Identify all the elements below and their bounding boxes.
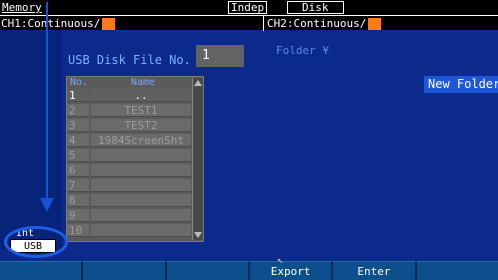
screen: Memory Indep Disk CH1:Continuous/ CH2:Co… xyxy=(0,0,498,280)
file-row[interactable]: 4 1984ScreenSht xyxy=(67,134,191,147)
file-row-name xyxy=(91,149,191,162)
folder-path: Folder ¥ xyxy=(276,44,329,57)
file-row-number: 7 xyxy=(67,179,89,192)
file-row[interactable]: 2 TEST1 xyxy=(67,104,191,117)
softkey-3[interactable] xyxy=(166,261,250,280)
annotation-highlight-ellipse xyxy=(4,226,68,258)
file-row-number: 1 xyxy=(67,89,89,102)
memory-menu[interactable]: Memory xyxy=(2,0,42,15)
new-folder-button[interactable]: New Folder xyxy=(424,76,498,93)
ch2-status: CH2:Continuous/ xyxy=(267,16,382,31)
channel-bar: CH1:Continuous/ CH2:Continuous/ xyxy=(0,15,498,31)
file-row-name: TEST2 xyxy=(91,119,191,132)
ch2-orange-indicator-icon xyxy=(368,17,382,30)
file-list[interactable]: No. Name 1.. 2 TEST1 3 TEST2 4 1984ScreenSht 5 6… xyxy=(66,76,204,242)
file-row-number: 8 xyxy=(67,194,89,207)
scroll-down-icon[interactable] xyxy=(194,232,202,238)
disk-badge: Disk xyxy=(287,1,344,14)
file-row-number: 6 xyxy=(67,164,89,177)
file-row-number: 9 xyxy=(67,209,89,222)
ch2-label: CH2:Continuous/ xyxy=(267,17,367,30)
file-row-name xyxy=(91,179,191,192)
file-row[interactable]: 8 xyxy=(67,194,191,207)
softkey-1[interactable] xyxy=(0,261,84,280)
file-list-header: No. Name xyxy=(67,77,191,89)
export-softkey[interactable]: Export xyxy=(249,261,334,280)
file-row-number: 5 xyxy=(67,149,89,162)
annotation-arrowhead-icon xyxy=(40,198,54,212)
file-row-name: TEST1 xyxy=(91,104,191,117)
file-row-name xyxy=(91,224,191,237)
indep-badge: Indep xyxy=(228,1,268,14)
top-status-bar: Memory Indep Disk xyxy=(0,0,498,15)
file-row-name: 1984ScreenSht xyxy=(91,134,191,147)
column-header-no: No. xyxy=(70,77,89,88)
file-row-number: 4 xyxy=(67,134,89,147)
softkey-6[interactable] xyxy=(416,261,498,280)
file-row[interactable]: 3 TEST2 xyxy=(67,119,191,132)
file-row-number: 10 xyxy=(67,224,89,237)
file-row[interactable]: 10 xyxy=(67,224,191,237)
file-row-name xyxy=(91,164,191,177)
file-row-number: 3 xyxy=(67,119,89,132)
file-row[interactable]: 5 xyxy=(67,149,191,162)
scroll-up-icon[interactable] xyxy=(194,80,202,86)
file-row-number: 2 xyxy=(67,104,89,117)
file-row[interactable]: 1.. xyxy=(67,89,191,102)
ch1-label: CH1:Continuous/ xyxy=(1,17,101,30)
file-list-scrollbar[interactable] xyxy=(192,78,203,240)
file-row[interactable]: 6 xyxy=(67,164,191,177)
file-row-name xyxy=(91,194,191,207)
file-row[interactable]: 7 xyxy=(67,179,191,192)
enter-softkey[interactable]: Enter xyxy=(333,261,417,280)
file-row[interactable]: 9 xyxy=(67,209,191,222)
annotation-arrow xyxy=(46,2,48,202)
file-row-name xyxy=(91,209,191,222)
ch1-orange-indicator-icon xyxy=(102,17,116,30)
mouse-cursor-icon: ↖ xyxy=(277,255,284,266)
ch1-status: CH1:Continuous/ xyxy=(1,16,116,31)
softkey-2[interactable] xyxy=(83,261,167,280)
channel-divider xyxy=(263,16,264,31)
left-side-strip xyxy=(0,30,62,250)
file-number-field[interactable]: 1 xyxy=(196,45,244,67)
softkey-bar: Export Enter xyxy=(0,261,498,280)
panel-title: USB Disk File No. xyxy=(68,53,191,67)
column-header-name: Name xyxy=(131,77,156,88)
file-row-name: .. xyxy=(91,89,191,102)
